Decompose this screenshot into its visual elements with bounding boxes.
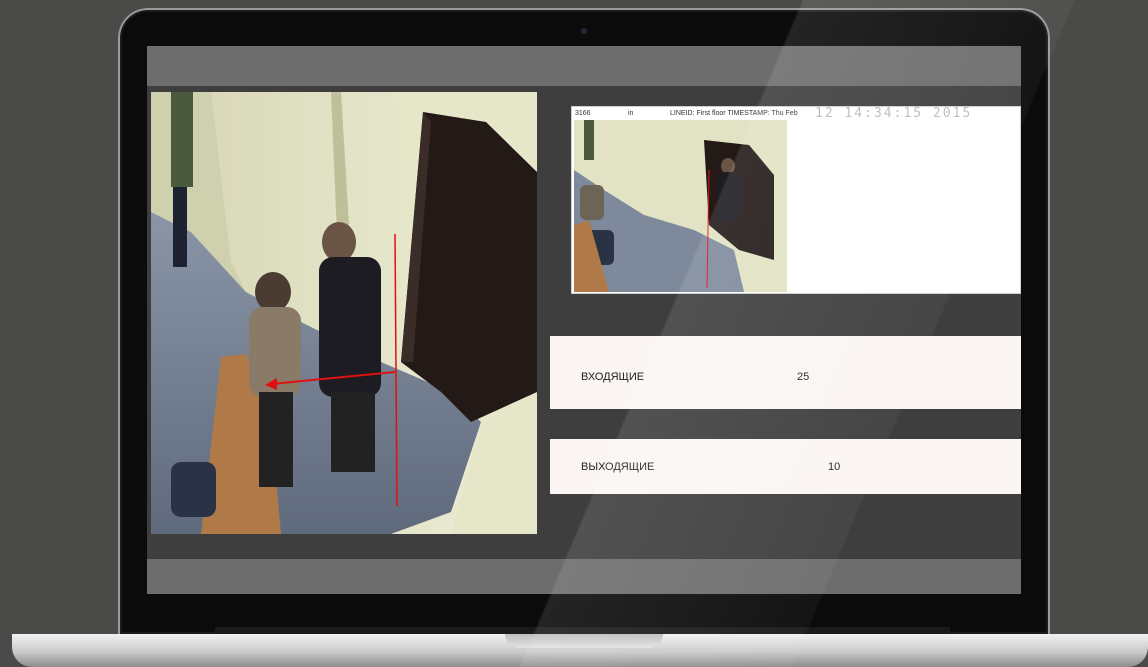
snapshot-panel: 3166 in LINEID: First floor TIMESTAMP: T… (571, 106, 1021, 294)
snapshot-line-info: LINEID: First floor TIMESTAMP: Thu Feb (670, 110, 798, 117)
incoming-label: ВХОДЯЩИЕ (581, 371, 645, 383)
webcam-dot (581, 28, 587, 34)
incoming-counter: ВХОДЯЩИЕ 25 (550, 336, 1021, 409)
outgoing-value: 10 (828, 461, 841, 473)
laptop-lid-notch (505, 634, 663, 648)
outgoing-counter: ВЫХОДЯЩИЕ 10 (550, 439, 1021, 494)
main-camera-feed[interactable] (151, 92, 537, 534)
screen-bottom-bar (147, 559, 1021, 594)
snapshot-image[interactable] (574, 120, 787, 292)
screen-top-bar (147, 46, 1021, 86)
laptop-screen: 3166 in LINEID: First floor TIMESTAMP: T… (147, 46, 1021, 594)
main-camera-image (151, 92, 537, 534)
snapshot-header: 3166 in LINEID: First floor TIMESTAMP: T… (572, 106, 1021, 121)
snapshot-camera-image (574, 120, 787, 292)
snapshot-direction: in (628, 110, 634, 117)
snapshot-timestamp: 12 14:34:15 2015 (815, 106, 973, 121)
snapshot-id: 3166 (575, 110, 591, 117)
incoming-value: 25 (797, 371, 810, 383)
outgoing-label: ВЫХОДЯЩИЕ (581, 461, 655, 473)
